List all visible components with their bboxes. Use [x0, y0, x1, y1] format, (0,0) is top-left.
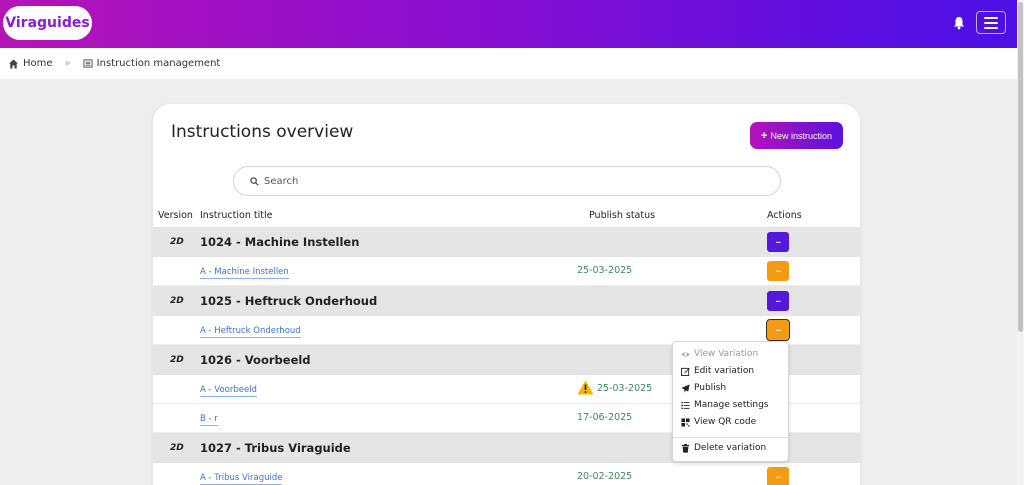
breadcrumb-current[interactable]: Instruction management [83, 58, 221, 69]
version-label: 2D [170, 237, 184, 247]
column-version: Version [158, 210, 193, 221]
variation-actions-dropdown: View Variation Edit variation Publish Ma… [672, 341, 789, 462]
column-status: Publish status [589, 210, 656, 221]
publish-date: 25-03-2025 [597, 383, 653, 394]
instruction-title: 1025 - Heftruck Onderhoud [200, 294, 378, 308]
page-scrollbar[interactable] [1017, 0, 1024, 485]
dropdown-divider [673, 437, 788, 438]
variation-actions-button[interactable]: ··· [767, 467, 789, 485]
variation-link[interactable]: A - Heftruck Onderhoud [200, 326, 301, 338]
view-qr-code-item[interactable]: View QR code [681, 417, 756, 427]
column-actions: Actions [767, 210, 802, 221]
instruction-title: 1027 - Tribus Viraguide [200, 441, 351, 455]
edit-variation-label: Edit variation [694, 366, 755, 376]
hamburger-menu-button[interactable] [976, 11, 1006, 34]
manage-settings-item[interactable]: Manage settings [681, 400, 769, 410]
column-title: Instruction title [200, 210, 273, 221]
chevron-double-right-icon: » [64, 58, 71, 69]
breadcrumb: Home » Instruction management [0, 48, 1017, 79]
manage-settings-label: Manage settings [694, 400, 769, 410]
group-actions-button[interactable]: ··· [767, 232, 789, 252]
table-header: Version Instruction title Publish status… [153, 208, 860, 226]
publish-label: Publish [694, 383, 727, 393]
search-icon [250, 176, 259, 186]
variation-row: A - Tribus Viraguide 20-02-2025 ··· [153, 463, 860, 485]
variation-row: A - Machine Instellen 25-03-2025 ··· [153, 257, 860, 286]
publish-date: 25-03-2025 [577, 265, 633, 276]
page-title: Instructions overview [171, 122, 354, 142]
edit-icon [681, 367, 690, 376]
publish-date: 20-02-2025 [577, 471, 633, 482]
view-qr-code-label: View QR code [694, 417, 757, 427]
bell-icon[interactable] [953, 16, 965, 30]
hamburger-icon-bar [984, 26, 998, 29]
view-variation-item[interactable]: View Variation [681, 349, 758, 359]
qr-code-icon [681, 417, 690, 427]
breadcrumb-home-label: Home [23, 58, 53, 69]
instruction-group-row: 2D 1025 - Heftruck Onderhoud ··· [153, 286, 860, 316]
hamburger-icon-bar [984, 16, 998, 19]
warning-icon [577, 380, 594, 395]
publish-item[interactable]: Publish [681, 383, 726, 393]
paper-plane-icon [681, 383, 690, 393]
list-icon [83, 59, 93, 68]
delete-variation-item[interactable]: Delete variation [681, 443, 766, 453]
instruction-title: 1026 - Voorbeeld [200, 353, 311, 367]
variation-link[interactable]: A - Voorbeeld [200, 385, 257, 397]
top-navbar: Viraguides [0, 0, 1017, 48]
variation-link[interactable]: A - Tribus Viraguide [200, 473, 283, 485]
new-instruction-button[interactable]: + New instruction [750, 122, 843, 149]
brand-logo[interactable]: Viraguides [3, 6, 92, 40]
breadcrumb-current-label: Instruction management [96, 58, 221, 69]
list-settings-icon [681, 401, 690, 409]
variation-actions-button[interactable]: ··· [767, 261, 789, 281]
home-icon [9, 59, 18, 68]
instruction-title: 1024 - Machine Instellen [200, 235, 360, 249]
edit-variation-item[interactable]: Edit variation [681, 366, 754, 376]
view-variation-label: View Variation [694, 349, 759, 359]
variation-link[interactable]: B - r [200, 414, 218, 426]
trash-icon [681, 443, 690, 453]
eye-icon [681, 351, 690, 357]
version-label: 2D [170, 443, 184, 453]
version-label: 2D [170, 296, 184, 306]
hamburger-icon-bar [984, 21, 998, 24]
search-input[interactable] [264, 175, 744, 187]
search-bar[interactable] [233, 166, 781, 196]
new-instruction-label: New instruction [770, 130, 832, 141]
plus-icon: + [761, 129, 768, 142]
group-actions-button[interactable]: ··· [767, 291, 789, 311]
scrollbar-thumb[interactable] [1018, 2, 1023, 332]
instruction-group-row: 2D 1024 - Machine Instellen ··· [153, 227, 860, 257]
publish-date: 17-06-2025 [577, 412, 633, 423]
breadcrumb-home[interactable]: Home [8, 58, 53, 69]
delete-variation-label: Delete variation [694, 443, 767, 453]
variation-link[interactable]: A - Machine Instellen [200, 267, 289, 279]
version-label: 2D [170, 355, 184, 365]
variation-actions-button[interactable]: ··· [766, 319, 790, 341]
